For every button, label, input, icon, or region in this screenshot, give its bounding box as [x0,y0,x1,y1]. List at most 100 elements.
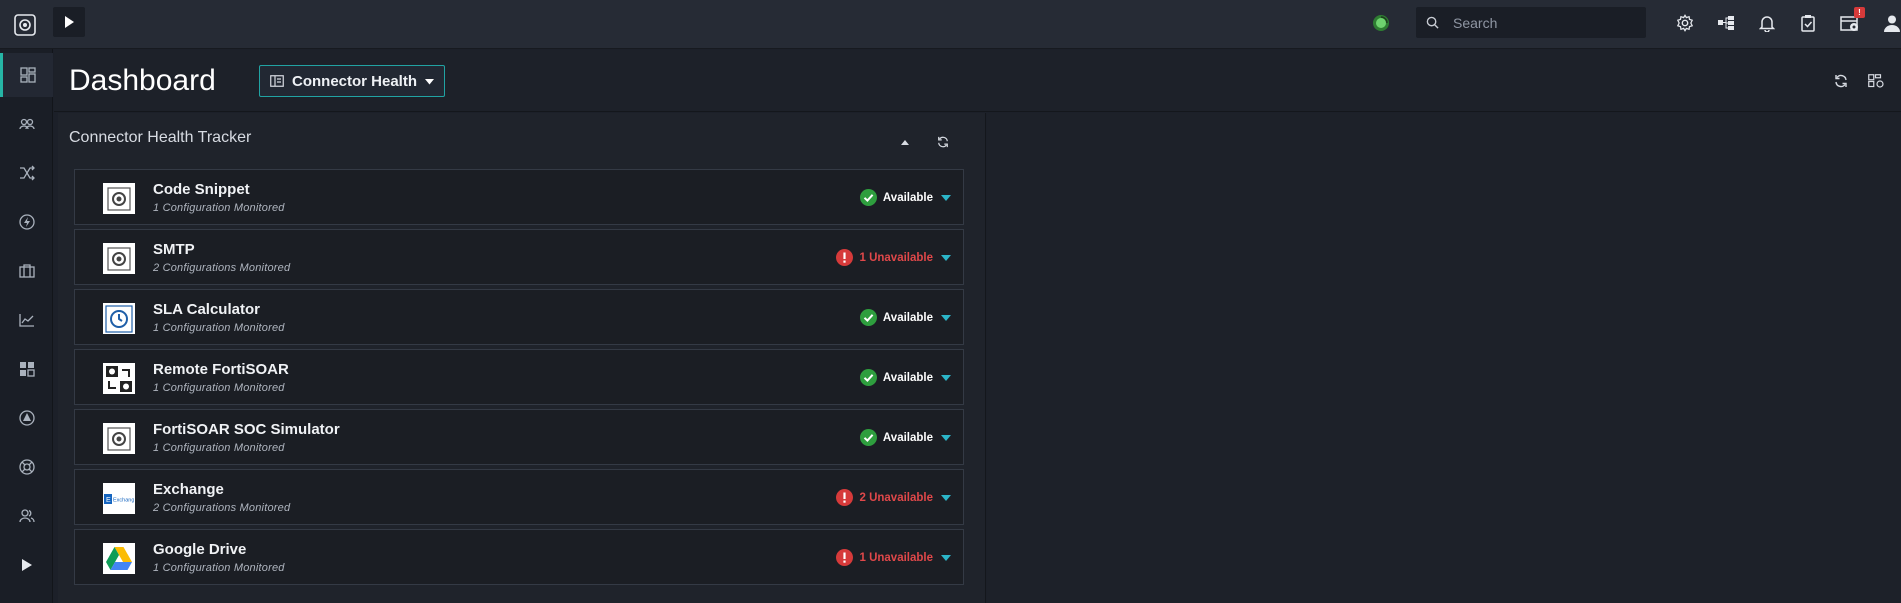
smtp-icon [103,243,135,274]
connector-config-count: 1 Configuration Monitored [153,322,285,334]
sidebar-item-threat-intel[interactable] [0,396,53,440]
notification-badge: ! [1854,7,1865,18]
hierarchy-button[interactable] [1714,11,1738,35]
system-jobs-button[interactable]: ! [1838,7,1865,35]
grid-plus-icon [19,362,35,377]
chevron-down-icon [941,554,951,561]
tasks-button[interactable] [1796,11,1820,35]
connector-row[interactable]: Remote FortiSOAR 1 Configuration Monitor… [74,349,964,405]
clipboard-check-icon [1801,15,1815,32]
soc-simulator-icon [103,423,135,454]
connector-status-toggle[interactable]: Available [859,309,951,326]
edit-dashboard-button[interactable] [1866,71,1886,91]
sidebar-item-reports[interactable] [0,298,53,342]
sidebar-item-automation[interactable] [0,151,53,195]
connector-status-label: Available [882,311,933,324]
connector-status-label: 2 Unavailable [859,491,933,504]
connector-row[interactable]: Code Snippet 1 Configuration Monitored A… [74,169,964,225]
expand-sidebar-button[interactable] [53,7,85,37]
connector-config-count: 1 Configuration Monitored [153,562,285,574]
connector-status-toggle[interactable]: Available [859,189,951,206]
team-icon [18,118,35,130]
play-icon [21,559,32,571]
search-box[interactable] [1416,7,1646,38]
alert-circle-icon [836,549,854,566]
remote-sync-icon [103,363,135,394]
shuffle-icon [19,165,35,181]
user-menu-button[interactable] [1880,11,1901,35]
dashboard-selector-label: Connector Health [292,72,418,90]
gear-icon [1676,14,1694,32]
connector-name: SLA Calculator [153,301,260,318]
connector-config-count: 2 Configurations Monitored [153,262,291,274]
lightning-icon [18,214,35,230]
connector-row[interactable]: Google Drive 1 Configuration Monitored 1… [74,529,964,585]
chevron-down-icon [941,374,951,381]
notifications-button[interactable] [1755,11,1779,35]
top-bar: ! [0,0,1901,49]
dashboard-selector[interactable]: Connector Health [259,65,445,97]
dashboard-layout-icon [270,75,284,87]
system-health-icon[interactable] [1371,13,1391,33]
connector-status-toggle[interactable]: Available [859,369,951,386]
page-title: Dashboard [69,64,216,97]
settings-gear-button[interactable] [1673,11,1697,35]
sidebar-item-expand[interactable] [0,543,53,587]
connector-status-toggle[interactable]: Available [859,429,951,446]
sidebar-item-incident-response[interactable] [0,102,53,146]
connector-config-count: 1 Configuration Monitored [153,382,285,394]
connector-status-label: 1 Unavailable [859,551,933,564]
connector-row[interactable]: SMTP 2 Configurations Monitored 1 Unavai… [74,229,964,285]
refresh-dashboard-button[interactable] [1831,71,1851,91]
connector-list: Code Snippet 1 Configuration Monitored A… [74,169,964,589]
connector-name: SMTP [153,241,195,258]
check-circle-icon [859,309,877,326]
collapse-widget-button[interactable] [896,133,914,151]
widget-title: Connector Health Tracker [69,129,252,146]
connector-name: Google Drive [153,541,247,558]
connector-name: Remote FortiSOAR [153,361,289,378]
connector-row[interactable]: SLA Calculator 1 Configuration Monitored… [74,289,964,345]
search-input[interactable] [1453,14,1633,31]
sidebar-item-content-hub[interactable] [0,249,53,293]
radar-icon [18,410,35,426]
svg-text:E: E [106,497,111,504]
app-logo[interactable] [0,0,50,49]
code-snippet-icon [103,183,135,214]
briefcase-icon [18,264,35,278]
connector-status-label: Available [882,431,933,444]
chevron-down-icon [941,314,951,321]
connector-config-count: 1 Configuration Monitored [153,442,285,454]
sidebar-item-users[interactable] [0,494,53,538]
sidebar-item-actions[interactable] [0,200,53,244]
alert-circle-icon [836,249,854,266]
connector-row[interactable]: FortiSOAR SOC Simulator 1 Configuration … [74,409,964,465]
connector-status-toggle[interactable]: 1 Unavailable [836,549,951,566]
connector-name: Code Snippet [153,181,250,198]
refresh-icon [1835,74,1847,88]
sidebar-item-support[interactable] [0,445,53,489]
chevron-up-icon [901,139,909,145]
empty-dashboard-area [987,113,1901,603]
check-circle-icon [859,369,877,386]
refresh-widget-button[interactable] [934,133,952,151]
clock-icon [103,303,135,334]
dashboard-icon [20,67,36,83]
lifebuoy-icon [18,459,35,475]
alert-circle-icon [836,489,854,506]
connector-row[interactable]: EExchange Exchange 2 Configurations Moni… [74,469,964,525]
check-circle-icon [859,189,877,206]
sidebar [0,49,53,603]
page-header: Dashboard Connector Health [54,50,1901,112]
line-chart-icon [18,314,34,327]
chevron-down-icon [941,494,951,501]
play-icon [65,16,74,28]
chevron-down-icon [941,254,951,261]
connector-status-toggle[interactable]: 2 Unavailable [836,489,951,506]
sidebar-item-widgets[interactable] [0,347,53,391]
connector-config-count: 2 Configurations Monitored [153,502,291,514]
sidebar-item-dashboard[interactable] [0,53,53,97]
users-icon [18,509,35,523]
connector-status-toggle[interactable]: 1 Unavailable [836,249,951,266]
connector-config-count: 1 Configuration Monitored [153,202,285,214]
